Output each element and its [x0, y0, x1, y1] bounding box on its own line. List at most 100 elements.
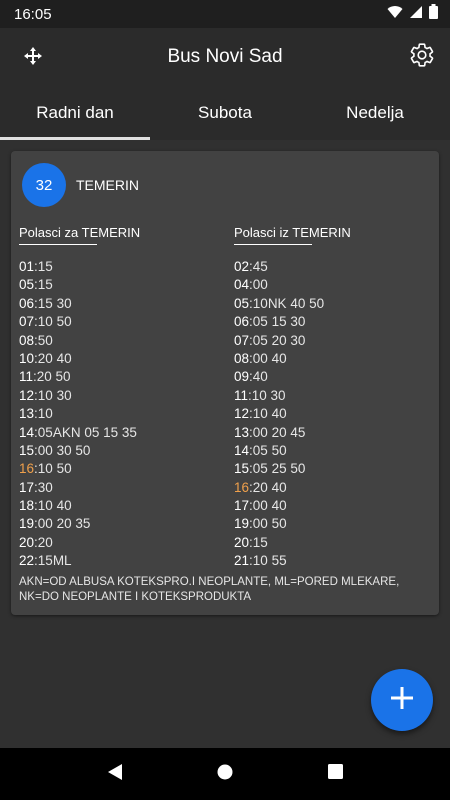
departure-hour: 20: [234, 534, 250, 550]
departure-hour: 15: [234, 461, 250, 477]
departure-minutes: 05AKN 05 15 35: [37, 424, 137, 440]
departure-minutes: 50: [37, 332, 53, 348]
departure-minutes: 15: [37, 259, 53, 274]
plus-icon: [389, 685, 415, 716]
departure-hour: 20: [19, 534, 35, 550]
departure-hour: 06: [19, 295, 35, 311]
departure-minutes: 00 50: [252, 516, 287, 532]
departure-minutes: 10 30: [251, 387, 286, 403]
departure-row: 16:10 50: [19, 460, 219, 478]
departure-hour: 16: [234, 479, 250, 495]
departure-minutes: 00 40: [252, 350, 287, 366]
heading-underline: [234, 244, 312, 245]
departure-minutes: 15: [252, 534, 268, 550]
route-number-badge: 32: [22, 163, 66, 207]
departure-row: 12:10 40: [234, 405, 434, 423]
departure-hour: 07: [19, 314, 35, 330]
departure-row: 09:40: [234, 368, 434, 386]
tab-subota[interactable]: Subota: [150, 86, 300, 140]
move-arrows-icon: [23, 46, 43, 71]
departure-minutes: 40: [252, 369, 268, 385]
departure-row: 06:15 30: [19, 295, 219, 313]
heading-underline: [19, 244, 97, 245]
departure-minutes: 20 40: [37, 350, 72, 366]
departure-hour: 17: [234, 498, 250, 514]
departure-hour: 22: [19, 553, 35, 569]
departure-minutes: 05 50: [252, 442, 287, 458]
departure-hour: 08: [19, 332, 35, 348]
system-nav-bar: [0, 748, 450, 800]
departure-minutes: 45: [252, 259, 268, 274]
departure-row: 19:00 50: [234, 515, 434, 533]
settings-button[interactable]: [408, 42, 436, 71]
nav-back-button[interactable]: [95, 754, 135, 794]
departure-row: 17:00 40: [234, 497, 434, 515]
departure-hour: 12: [19, 387, 35, 403]
back-triangle-icon: [107, 763, 123, 786]
departure-row: 10:20 40: [19, 350, 219, 368]
move-button[interactable]: [20, 45, 46, 71]
tab-radni-dan[interactable]: Radni dan: [0, 86, 150, 140]
departure-row: 13:10: [19, 405, 219, 423]
departure-hour: 18: [19, 498, 35, 514]
departure-row: 05:15: [19, 276, 219, 294]
departure-row: 11:10 30: [234, 387, 434, 405]
nav-home-button[interactable]: [205, 754, 245, 794]
legend-note: AKN=OD ALBUSA KOTEKSPRO.I NEOPLANTE, ML=…: [19, 576, 400, 603]
departure-row: 15:00 30 50: [19, 442, 219, 460]
departure-minutes: 00 30 50: [37, 442, 91, 458]
departure-hour: 13: [19, 406, 35, 422]
status-icons: [387, 4, 438, 24]
departure-hour: 05: [19, 277, 35, 293]
departure-hour: 09: [234, 369, 250, 385]
departure-minutes: 00 40: [252, 498, 287, 514]
departure-minutes: 05 25 50: [252, 461, 306, 477]
departure-row: 16:20 40: [234, 479, 434, 497]
departure-row: 14:05 50: [234, 442, 434, 460]
departure-minutes: 00 20 35: [37, 516, 91, 532]
departure-row: 04:00: [234, 276, 434, 294]
departure-row: 01:15: [19, 258, 219, 276]
tab-nedelja[interactable]: Nedelja: [300, 86, 450, 140]
departure-hour: 16: [19, 461, 35, 477]
departure-minutes: 10NK 40 50: [252, 295, 325, 311]
app-bar: Bus Novi Sad: [0, 28, 450, 86]
departure-minutes: 15 30: [37, 295, 72, 311]
departure-minutes: 15ML: [37, 553, 72, 569]
departure-hour: 14: [19, 424, 35, 440]
day-tabs: Radni dan Subota Nedelja: [0, 86, 450, 140]
departures-to-heading: Polasci za TEMERIN: [19, 225, 141, 240]
departure-minutes: 10 40: [252, 406, 287, 422]
departure-row: 08:00 40: [234, 350, 434, 368]
departure-row: 20:15: [234, 534, 434, 552]
departure-hour: 01: [19, 259, 35, 274]
departure-minutes: 20: [37, 534, 53, 550]
departure-hour: 15: [19, 442, 35, 458]
route-card[interactable]: 32 TEMERIN Polasci za TEMERIN 01:15 05:15…: [11, 151, 439, 615]
departures-from-column: Polasci iz TEMERIN 02:45 04:00 05:10NK 40 …: [234, 224, 434, 571]
departure-row: 21:10 55: [234, 552, 434, 570]
departure-minutes: 10 50: [37, 461, 72, 477]
recents-square-icon: [327, 764, 343, 784]
nav-recents-button[interactable]: [315, 754, 355, 794]
departure-minutes: 05 15 30: [252, 314, 306, 330]
home-circle-icon: [217, 764, 233, 785]
departures-from-heading: Polasci iz TEMERIN: [234, 225, 351, 240]
departure-row: 07:05 20 30: [234, 332, 434, 350]
battery-icon: [429, 4, 438, 24]
departure-hour: 12: [234, 406, 250, 422]
add-route-button[interactable]: [371, 669, 433, 731]
departure-hour: 19: [234, 516, 250, 532]
departure-minutes: 10 30: [37, 387, 72, 403]
departure-hour: 05: [234, 295, 250, 311]
departure-hour: 11: [234, 387, 249, 403]
departure-hour: 08: [234, 350, 250, 366]
departure-row: 22:15ML: [19, 552, 219, 570]
departure-row: 15:05 25 50: [234, 460, 434, 478]
departure-row: 07:10 50: [19, 313, 219, 331]
departures-to-list: 01:15 05:15 06:15 30 07:10 50 08:50 10:20 40 1…: [19, 258, 219, 571]
departure-row: 19:00 20 35: [19, 515, 219, 533]
wifi-icon: [387, 5, 403, 24]
route-name: TEMERIN: [76, 177, 139, 193]
departure-minutes: 00: [252, 277, 268, 293]
